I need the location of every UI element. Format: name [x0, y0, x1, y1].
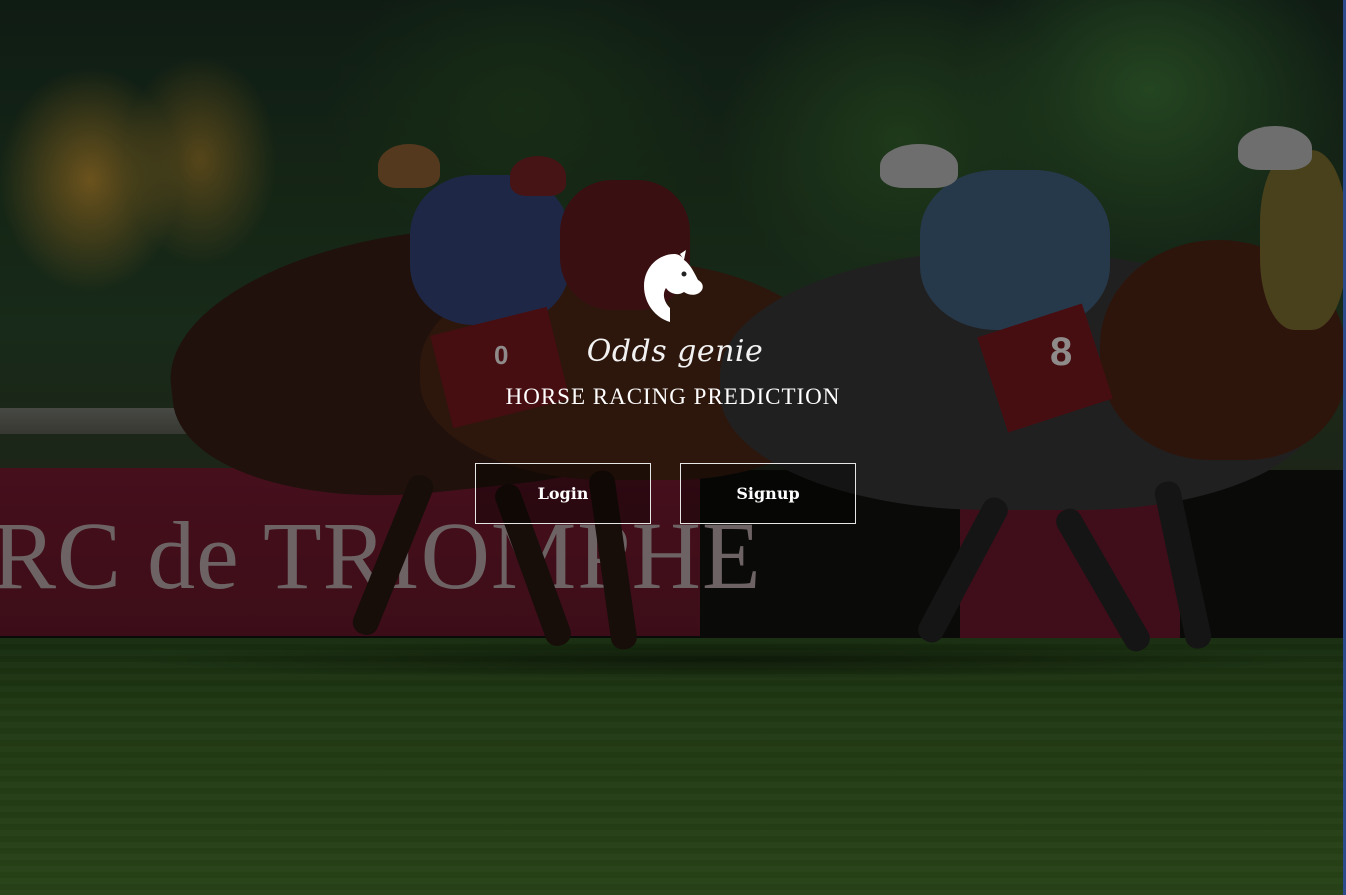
brand-tagline: HORSE RACING PREDICTION — [505, 384, 841, 409]
hero: Odds genie HORSE RACING PREDICTION Login… — [0, 0, 1346, 895]
signup-button[interactable]: Signup — [680, 463, 856, 524]
login-button[interactable]: Login — [475, 463, 651, 524]
landing-page: RC de TRIOMPHE 0 8 Odds genie HORSE RACI… — [0, 0, 1346, 895]
brand-name: Odds genie — [586, 334, 764, 369]
horse-head-icon — [640, 250, 708, 324]
